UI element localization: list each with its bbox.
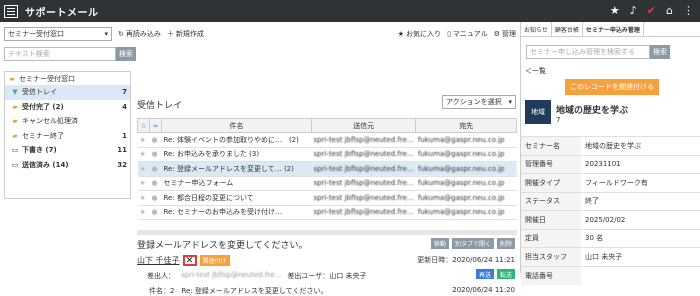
inbox-title: 受信トレイ [137,101,183,111]
table-row[interactable]: ★ ● Re: 登録メールアドレスを変更して… (2) spri-test jbfls… [137,161,517,177]
chevron-left-icon: ＜ [525,67,532,75]
tab-news[interactable]: お知らせ [521,22,552,36]
table-row[interactable]: ★ ● Re: 体験イベントの参加取りやめに… (2) spri-test jbfls… [137,132,517,148]
tab-customers[interactable]: 顧客台帳 [552,22,583,36]
field-row: 担当スタッフ 山口 未央子 [521,247,700,266]
open-tab-button[interactable]: 別タブで開く [451,238,494,249]
star-icon[interactable]: ★ [137,176,150,191]
table-row[interactable]: ★ ● Re: セミナーのお申込みを受け付け… spri-test jbflsp@ne… [137,205,517,220]
link-tag-button[interactable]: 関連付け [199,255,230,266]
dot-icon: ● [149,161,162,177]
pane-splitter[interactable] [137,230,517,235]
star-col-header[interactable]: ☆ [137,118,150,133]
record-title: 地域の歴史を学ぶ [556,106,629,116]
folder-root[interactable]: ▰ セミナー受付窓口 [5,72,130,85]
subject-line: 件名：2 Re: 登録メールアドレスを変更してください。 [149,287,328,295]
check-icon[interactable]: ✔ [647,4,656,17]
bell-icon[interactable]: ♪ [630,4,637,17]
folder-drafts[interactable]: ▭ 下書き (7) 11 [5,143,130,158]
seminar-search-input[interactable]: セミナー申し込み管理を検索する [526,45,650,59]
mail-date: 2020/06/24 11:20 [452,286,515,294]
app-title: サポートメール [25,7,99,19]
action-select[interactable]: アクションを選択 ▾ [442,95,516,109]
dot-icon: ● [149,176,162,191]
star-icon: ☆ [140,121,147,130]
folder-icon: ▰ [12,117,18,126]
book-icon: ▯ [447,30,451,38]
mail-table: ☆ ∞ 件名 送信元 宛先 ★ ● Re: 体験イベントの参加取りやめに… (2) s… [137,118,517,220]
delete-button[interactable]: 削除 [496,238,515,249]
forward-button[interactable]: 転送 [496,269,515,279]
star-icon[interactable]: ★ [137,147,150,162]
plus-icon: ＋ [166,30,174,38]
folder-icon: ▰ [9,74,15,83]
move-button[interactable]: 移動 [430,238,449,249]
queue-select[interactable]: セミナー受付窓口 ▾ [4,27,112,41]
star-icon[interactable]: ★ [137,205,150,220]
record-fields: セミナー名 地域の歴史を学ぶ 管理番号 20231101 開催タイプ フィールドワーク… [521,136,700,285]
field-row: 開催日 2025/02/02 [521,210,700,229]
table-row[interactable]: ★ ● Re: お申込みを承りました (3) spri-test jbflsp@neu… [137,147,517,162]
field-row: ステータス 終了 [521,191,700,211]
dot-icon: ● [149,132,162,148]
field-row: セミナー名 地域の歴史を学ぶ [521,136,700,155]
table-row[interactable]: ★ ● Re: 都合日程の変更について spri-test jbflsp@neuted… [137,190,517,206]
draft-icon: ▭ [11,146,19,155]
folder-icon: ▰ [12,102,18,111]
from-header[interactable]: 送信元 [310,118,417,133]
subject-header[interactable]: 件名 [161,118,312,133]
record-number: 7 [556,116,561,124]
to-header[interactable]: 宛先 [415,118,517,133]
new-button[interactable]: ＋新規作成 [167,29,204,39]
close-icon[interactable]: ✕ [182,255,197,266]
updated-at: 更新日時：2020/06/24 11:21 [417,256,515,264]
link-record-button[interactable]: このレコードを関連付ける [565,79,659,95]
resend-button[interactable]: 再送 [475,269,494,279]
link-col-header[interactable]: ∞ [149,118,162,133]
app-header: サポートメール ★ ♪ ✔ ⌂ ⋮ [0,0,700,22]
more-vertical-icon[interactable]: ⋮ [683,4,694,17]
search-button[interactable]: 検索 [116,47,136,61]
folder-finished[interactable]: ▰ セミナー終了 1 [5,129,130,144]
dot-icon: ● [149,190,162,206]
dot-icon: ● [149,205,162,220]
search-input[interactable]: テキスト検索 [4,47,116,61]
sender-name[interactable]: 山下 千佳子 [137,255,180,266]
reload-button[interactable]: ↻ 再読み込み [118,29,161,39]
right-panel: お知らせ 顧客台帳 セミナー申込み管理 セミナー申し込み管理を検索する 検索 ＜… [520,22,700,285]
field-row: 電話番号 [521,265,700,285]
admin-button[interactable]: ⚙ 管理 [494,29,516,39]
favorite-button[interactable]: ★ お気に入り [398,29,441,39]
detail-subject: 登録メールアドレスを変更してください。 [137,241,308,251]
sent-icon: ▭ [11,160,19,169]
field-row: 定員 30 名 [521,228,700,248]
hamburger-menu-icon[interactable] [4,4,18,18]
mail-detail: 登録メールアドレスを変更してください。 移動 別タブで開く 削除 山下 千佳子 … [137,236,517,295]
star-icon[interactable]: ★ [137,161,150,177]
star-icon[interactable]: ★ [610,4,620,17]
record-logo: 地域 [525,100,551,124]
folder-icon: ▰ [12,131,18,140]
reload-icon: ↻ [118,30,124,38]
link-icon: ∞ [152,121,159,130]
table-row[interactable]: ★ ● セミナー申込フォーム spri-test jbflsp@neuted.fre…… [137,176,517,191]
manual-button[interactable]: ▯ マニュアル [447,29,488,39]
folder-cancel[interactable]: ▰ キャンセル処理済 [5,114,130,129]
folder-received[interactable]: ▰ 受付完了 (2) 4 [5,100,130,115]
star-icon[interactable]: ★ [137,132,150,148]
seminar-search-button[interactable]: 検索 [650,45,670,59]
field-row: 管理番号 20231101 [521,154,700,174]
folder-inbox[interactable]: ▼ 受信トレイ 7 [5,85,130,100]
field-row: 開催タイプ フィールドワーク有 [521,173,700,192]
inbox-icon: ▼ [12,88,18,97]
star-icon[interactable]: ★ [137,190,150,206]
tab-seminar[interactable]: セミナー申込み管理 [582,22,644,36]
star-icon: ★ [397,30,405,38]
dot-icon: ● [149,147,162,162]
folder-sent[interactable]: ▭ 送信済み (14) 32 [5,158,130,173]
home-icon[interactable]: ⌂ [666,4,673,17]
gear-icon: ⚙ [493,30,500,38]
folder-tree: ▰ セミナー受付窓口 ▼ 受信トレイ 7 ▰ 受付完了 (2) 4 ▰ キャンセル処理済 ▰… [4,71,131,199]
back-link[interactable]: ＜一覧 [525,66,546,76]
